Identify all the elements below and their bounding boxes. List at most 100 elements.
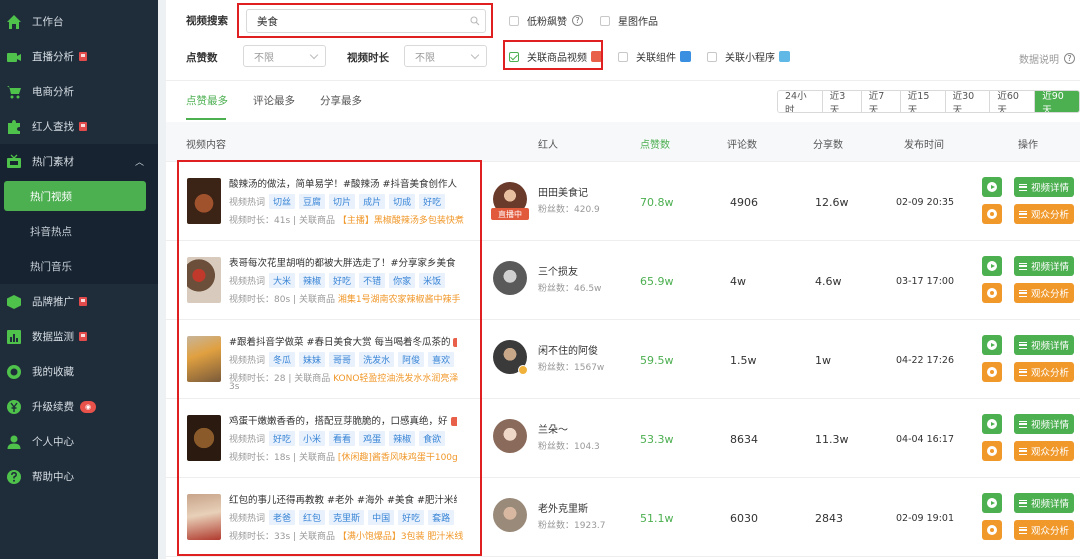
range-24h[interactable]: 24小时 <box>778 91 823 112</box>
sidebar-sub-hot-video[interactable]: 热门视频 <box>4 181 146 211</box>
video-detail-button[interactable]: 视频详情 <box>1014 493 1074 513</box>
kol-fans: 粉丝数：1567w <box>538 360 604 373</box>
column-header-shares[interactable]: 分享数 <box>813 136 843 151</box>
audience-analysis-button[interactable]: 观众分析 <box>1014 283 1074 303</box>
new-flag-icon <box>79 297 87 306</box>
kol-fans: 粉丝数：420.9 <box>538 202 600 215</box>
bookmark-icon <box>6 364 22 380</box>
sidebar-item-favorites[interactable]: 我的收藏 <box>0 354 158 389</box>
sidebar-item-profile[interactable]: 个人中心 <box>0 424 158 459</box>
fans-label: 粉丝数： <box>538 521 575 531</box>
video-detail-button[interactable]: 视频详情 <box>1014 177 1074 197</box>
audience-analysis-button[interactable]: 观众分析 <box>1014 204 1074 224</box>
video-detail-label: 视频详情 <box>1030 341 1069 352</box>
chevron-down-icon <box>470 50 480 60</box>
sidebar-item-label: 电商分析 <box>32 86 74 98</box>
tab-most-shares[interactable]: 分享最多 <box>320 93 362 108</box>
shares-value: 2843 <box>815 512 843 525</box>
likes-select[interactable]: 不限 <box>243 45 326 67</box>
comments-value: 4906 <box>730 196 758 209</box>
video-detail-button[interactable]: 视频详情 <box>1014 256 1074 276</box>
sidebar-item-brand-promo[interactable]: 品牌推广 <box>0 284 158 319</box>
column-header-likes[interactable]: 点赞数 <box>640 136 670 151</box>
sidebar-item-dashboard[interactable]: 工作台 <box>0 4 158 39</box>
duration-select[interactable]: 不限 <box>404 45 487 67</box>
play-video-button[interactable] <box>982 177 1002 197</box>
tab-most-likes[interactable]: 点赞最多 <box>186 93 228 108</box>
bar-chart-icon <box>6 329 22 345</box>
audience-analysis-button[interactable]: 观众分析 <box>1014 362 1074 382</box>
audience-analysis-label: 观众分析 <box>1030 447 1069 458</box>
low-fans-checkbox[interactable]: 低粉飙赞 ? <box>509 13 583 28</box>
sidebar-item-help[interactable]: 帮助中心 <box>0 459 158 494</box>
video-detail-label: 视频详情 <box>1030 183 1069 194</box>
linked-miniapp-checkbox[interactable]: 关联小程序 <box>707 49 790 64</box>
kol-avatar[interactable] <box>493 419 527 453</box>
kol-avatar[interactable] <box>493 498 527 532</box>
picture-works-checkbox[interactable]: 星图作品 <box>600 13 658 28</box>
sidebar-item-hot-material[interactable]: 热门素材 ︿ <box>0 144 158 179</box>
range-30d[interactable]: 近30天 <box>945 91 991 112</box>
tab-most-comments[interactable]: 评论最多 <box>253 93 295 108</box>
audience-analysis-label: 观众分析 <box>1030 368 1069 379</box>
record-icon <box>987 209 997 219</box>
kol-name[interactable]: 田田美食记 <box>538 184 588 199</box>
list-icon <box>1018 526 1027 534</box>
sidebar-item-label: 热门素材 <box>32 156 74 168</box>
record-button[interactable] <box>982 441 1002 461</box>
sidebar-item-label: 数据监测 <box>32 331 74 343</box>
play-video-button[interactable] <box>982 256 1002 276</box>
kol-avatar[interactable] <box>493 261 527 295</box>
audience-analysis-button[interactable]: 观众分析 <box>1014 441 1074 461</box>
filter-panel: 视频搜索 低粉飙赞 ? 星图作品 点赞数 不限 视频时长 不限 关联商品视频 关… <box>166 0 1080 80</box>
play-video-button[interactable] <box>982 493 1002 513</box>
sidebar-item-live-analysis[interactable]: 直播分析 <box>0 39 158 74</box>
column-header-comments[interactable]: 评论数 <box>727 136 757 151</box>
sidebar-item-ecommerce[interactable]: 电商分析 <box>0 74 158 109</box>
linked-component-checkbox[interactable]: 关联组件 <box>618 49 691 64</box>
highlight-box-product <box>503 40 603 70</box>
kol-fans: 粉丝数：104.3 <box>538 439 600 452</box>
range-15d[interactable]: 近15天 <box>900 91 946 112</box>
question-icon[interactable]: ? <box>572 15 583 26</box>
play-video-button[interactable] <box>982 414 1002 434</box>
range-3d[interactable]: 近3天 <box>822 91 862 112</box>
sidebar-item-data-monitor[interactable]: 数据监测 <box>0 319 158 354</box>
sidebar-item-upgrade[interactable]: 升级续费 ◉ <box>0 389 158 424</box>
sort-tab-bar: 点赞最多 评论最多 分享最多 24小时 近3天 近7天 近15天 近30天 近6… <box>166 80 1080 122</box>
range-60d[interactable]: 近60天 <box>990 91 1036 112</box>
kol-name[interactable]: 三个损友 <box>538 263 578 278</box>
sidebar-sub-hot-music[interactable]: 热门音乐 <box>0 249 158 284</box>
record-button[interactable] <box>982 362 1002 382</box>
sidebar-item-kol-search[interactable]: 红人查找 <box>0 109 158 144</box>
comments-value: 6030 <box>730 512 758 525</box>
likes-label: 点赞数 <box>186 52 218 64</box>
kol-name[interactable]: 兰朵～ <box>538 421 568 436</box>
fans-label: 粉丝数： <box>538 205 575 215</box>
audience-analysis-button[interactable]: 观众分析 <box>1014 520 1074 540</box>
likes-value: 70.8w <box>640 196 674 209</box>
data-description-link[interactable]: 数据说明 ? <box>1019 51 1075 66</box>
sidebar-sub-douyin-hot[interactable]: 抖音热点 <box>0 214 158 249</box>
kol-name[interactable]: 闲不住的阿俊 <box>538 342 598 357</box>
play-video-button[interactable] <box>982 335 1002 355</box>
record-button[interactable] <box>982 520 1002 540</box>
sidebar-item-label: 帮助中心 <box>32 471 74 483</box>
list-icon <box>1018 420 1027 428</box>
chevron-up-icon: ︿ <box>134 158 144 168</box>
play-icon <box>987 498 997 508</box>
shares-value: 12.6w <box>815 196 849 209</box>
video-table: 视频内容 红人 点赞数 评论数 分享数 发布时间 操作 酸辣汤的做法，简单易学！… <box>166 122 1080 559</box>
record-button[interactable] <box>982 204 1002 224</box>
kol-name[interactable]: 老外克里斯 <box>538 500 588 515</box>
tab-active-indicator <box>186 118 226 120</box>
audience-analysis-label: 观众分析 <box>1030 526 1069 537</box>
list-icon <box>1018 262 1027 270</box>
puzzle-icon <box>6 119 22 135</box>
range-7d[interactable]: 近7天 <box>861 91 901 112</box>
record-button[interactable] <box>982 283 1002 303</box>
range-90d[interactable]: 近90天 <box>1035 91 1079 112</box>
checkbox-box <box>509 15 519 26</box>
video-detail-button[interactable]: 视频详情 <box>1014 414 1074 434</box>
video-detail-button[interactable]: 视频详情 <box>1014 335 1074 355</box>
